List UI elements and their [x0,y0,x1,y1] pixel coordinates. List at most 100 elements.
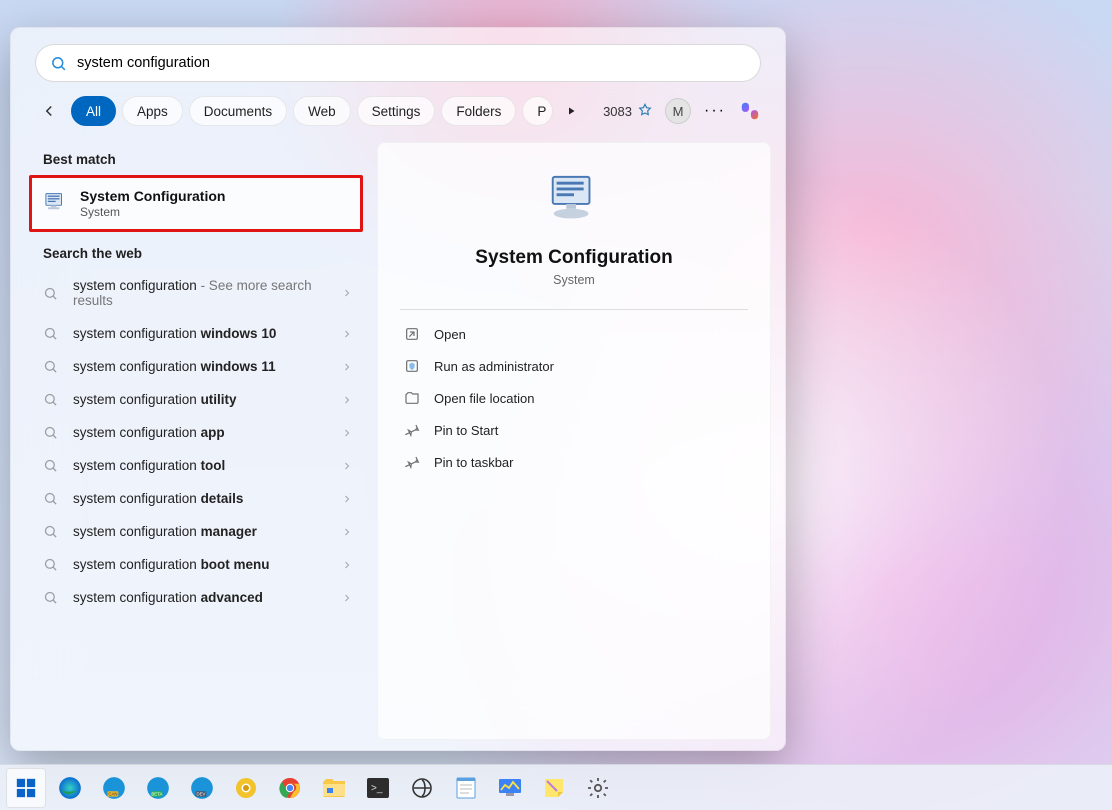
search-icon [43,359,61,374]
chevron-right-icon [341,361,353,373]
tab-apps[interactable]: Apps [122,96,183,126]
tab-web[interactable]: Web [293,96,351,126]
web-result-text: system configuration app [73,425,329,440]
chevron-right-icon [341,592,353,604]
msconfig-icon [42,191,68,217]
more-button[interactable]: ··· [703,99,727,123]
msconfig-large-icon [545,173,603,231]
best-match-title: System Configuration [80,188,225,204]
folder-icon [404,390,420,406]
search-icon [43,425,61,440]
taskbar-chatgpt-icon[interactable] [402,768,442,808]
svg-text:>_: >_ [371,783,383,794]
detail-subtitle: System [553,273,595,287]
web-result-item[interactable]: system configuration utility [29,383,363,416]
chevron-right-icon [341,427,353,439]
tab-settings[interactable]: Settings [357,96,436,126]
web-result-text: system configuration windows 11 [73,359,329,374]
tabs-scroll-right[interactable] [559,96,583,126]
tab-folders[interactable]: Folders [441,96,516,126]
divider [400,309,748,310]
action-pin-taskbar-label: Pin to taskbar [434,455,514,470]
action-pin-start-label: Pin to Start [434,423,498,438]
action-open-location[interactable]: Open file location [400,382,748,414]
web-result-item[interactable]: system configuration manager [29,515,363,548]
pin-icon [404,422,420,438]
action-open[interactable]: Open [400,318,748,350]
taskbar-edge-icon[interactable] [50,768,90,808]
chevron-right-icon [341,287,353,299]
web-result-item[interactable]: system configuration app [29,416,363,449]
rewards-icon [637,103,653,119]
taskbar-sticky-notes-icon[interactable] [534,768,574,808]
taskbar-monitor-icon[interactable] [490,768,530,808]
search-icon [43,286,61,301]
web-result-text: system configuration utility [73,392,329,407]
best-match-subtitle: System [80,205,225,219]
open-icon [404,326,420,342]
search-bar[interactable] [35,44,761,82]
tab-documents[interactable]: Documents [189,96,287,126]
search-icon [43,557,61,572]
taskbar-edge-dev-icon[interactable]: DEV [182,768,222,808]
web-result-item[interactable]: system configuration - See more search r… [29,269,363,317]
svg-text:CAN: CAN [108,791,117,796]
web-result-item[interactable]: system configuration advanced [29,581,363,614]
taskbar-edge-beta-icon[interactable]: BETA [138,768,178,808]
web-result-text: system configuration tool [73,458,329,473]
action-run-admin[interactable]: Run as administrator [400,350,748,382]
search-icon [43,326,61,341]
shield-admin-icon [404,358,420,374]
taskbar-chrome-icon[interactable] [270,768,310,808]
action-run-admin-label: Run as administrator [434,359,554,374]
rewards-points[interactable]: 3083 [603,103,653,119]
result-detail-pane: System Configuration System Open Run as … [377,142,771,740]
search-web-label: Search the web [25,236,367,269]
search-icon [50,55,67,72]
best-match-label: Best match [25,142,367,175]
results-left-pane: Best match System Configuration System [25,142,367,740]
start-button[interactable] [6,768,46,808]
chevron-right-icon [341,460,353,472]
search-icon [43,458,61,473]
taskbar-file-explorer-icon[interactable] [314,768,354,808]
taskbar-terminal-icon[interactable]: >_ [358,768,398,808]
chevron-right-icon [341,328,353,340]
taskbar-chrome-canary-icon[interactable] [226,768,266,808]
taskbar-edge-canary-icon[interactable]: CAN [94,768,134,808]
action-pin-taskbar[interactable]: Pin to taskbar [400,446,748,478]
chevron-right-icon [341,394,353,406]
user-avatar[interactable]: M [665,98,691,124]
web-result-text: system configuration boot menu [73,557,329,572]
search-icon [43,590,61,605]
svg-text:BETA: BETA [151,791,162,796]
web-result-item[interactable]: system configuration windows 11 [29,350,363,383]
web-result-text: system configuration advanced [73,590,329,605]
back-button[interactable] [35,97,63,125]
web-result-item[interactable]: system configuration tool [29,449,363,482]
taskbar-settings-icon[interactable] [578,768,618,808]
pin-icon [404,454,420,470]
web-result-text: system configuration manager [73,524,329,539]
svg-text:DEV: DEV [196,791,205,796]
web-result-text: system configuration - See more search r… [73,278,329,308]
web-result-text: system configuration windows 10 [73,326,329,341]
web-result-text: system configuration details [73,491,329,506]
action-open-label: Open [434,327,466,342]
web-result-item[interactable]: system configuration details [29,482,363,515]
action-open-location-label: Open file location [434,391,534,406]
tab-photos-partial[interactable]: P [522,96,553,126]
best-match-result[interactable]: System Configuration System [29,175,363,232]
search-input[interactable] [77,55,746,71]
action-pin-start[interactable]: Pin to Start [400,414,748,446]
chevron-right-icon [341,559,353,571]
tab-all[interactable]: All [71,96,116,126]
taskbar-notepad-icon[interactable] [446,768,486,808]
start-search-flyout: All Apps Documents Web Settings Folders … [10,27,786,751]
search-icon [43,524,61,539]
copilot-icon[interactable] [739,100,761,122]
web-result-item[interactable]: system configuration boot menu [29,548,363,581]
web-result-item[interactable]: system configuration windows 10 [29,317,363,350]
chevron-right-icon [341,493,353,505]
search-icon [43,491,61,506]
